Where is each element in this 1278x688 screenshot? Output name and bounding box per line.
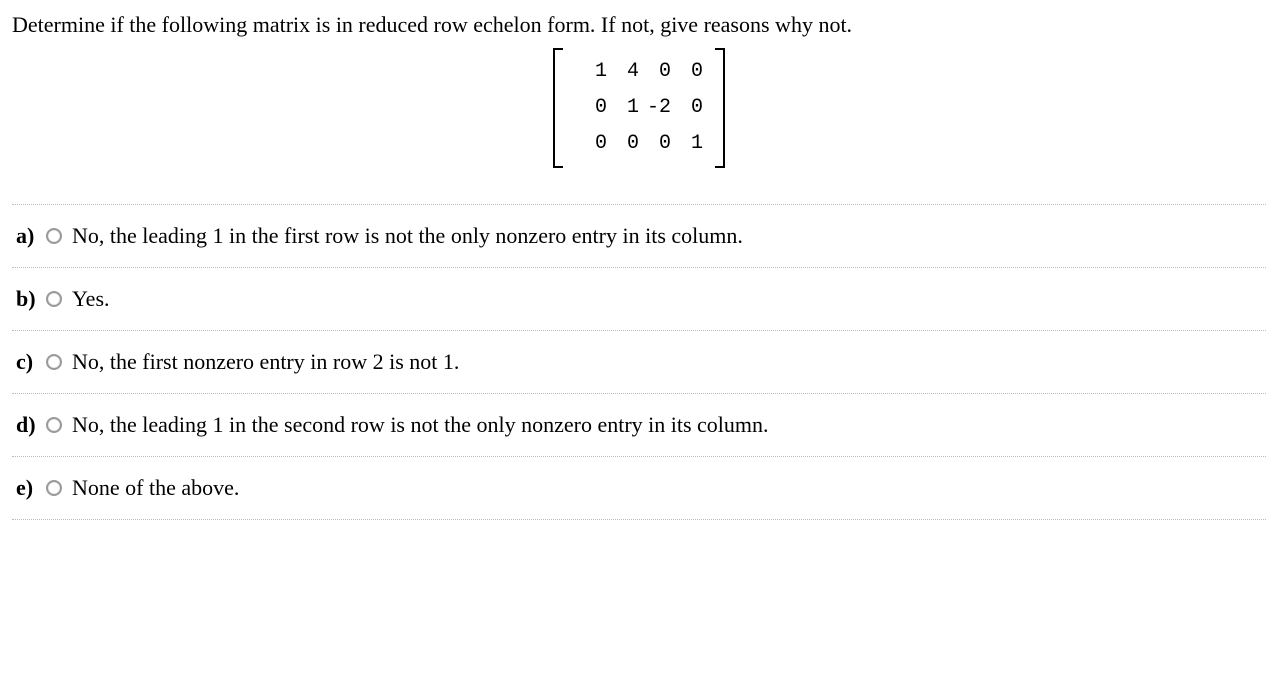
radio-icon[interactable] <box>46 354 62 370</box>
question-prompt: Determine if the following matrix is in … <box>12 10 1266 40</box>
option-d[interactable]: d) No, the leading 1 in the second row i… <box>12 394 1266 457</box>
matrix-cell: 0 <box>671 90 703 126</box>
matrix-cell: 0 <box>639 54 671 90</box>
matrix-container: 1 4 0 0 0 1 -2 0 0 0 0 1 <box>12 44 1266 174</box>
matrix-cell: 0 <box>639 126 671 162</box>
option-text: No, the first nonzero entry in row 2 is … <box>72 349 1262 375</box>
matrix-cell: 1 <box>607 90 639 126</box>
matrix-body: 1 4 0 0 0 1 -2 0 0 0 0 1 <box>571 48 707 168</box>
matrix-cell: 0 <box>607 126 639 162</box>
option-letter: a) <box>16 223 44 249</box>
matrix-cell: 0 <box>671 54 703 90</box>
matrix-right-bracket <box>715 48 725 168</box>
radio-icon[interactable] <box>46 291 62 307</box>
matrix-row: 0 0 0 1 <box>575 126 703 162</box>
option-text: Yes. <box>72 286 1262 312</box>
matrix-row: 1 4 0 0 <box>575 54 703 90</box>
option-letter: d) <box>16 412 44 438</box>
option-letter: b) <box>16 286 44 312</box>
option-b[interactable]: b) Yes. <box>12 268 1266 331</box>
matrix-row: 0 1 -2 0 <box>575 90 703 126</box>
matrix-left-bracket <box>553 48 563 168</box>
matrix-cell: 1 <box>671 126 703 162</box>
matrix-cell: 4 <box>607 54 639 90</box>
option-letter: c) <box>16 349 44 375</box>
radio-icon[interactable] <box>46 480 62 496</box>
option-e[interactable]: e) None of the above. <box>12 457 1266 520</box>
option-text: None of the above. <box>72 475 1262 501</box>
option-c[interactable]: c) No, the first nonzero entry in row 2 … <box>12 331 1266 394</box>
matrix: 1 4 0 0 0 1 -2 0 0 0 0 1 <box>553 44 725 172</box>
matrix-cell: 0 <box>575 90 607 126</box>
matrix-cell: 1 <box>575 54 607 90</box>
option-letter: e) <box>16 475 44 501</box>
radio-icon[interactable] <box>46 417 62 433</box>
radio-icon[interactable] <box>46 228 62 244</box>
options-list: a) No, the leading 1 in the first row is… <box>12 204 1266 520</box>
matrix-cell: 0 <box>575 126 607 162</box>
option-text: No, the leading 1 in the first row is no… <box>72 223 1262 249</box>
matrix-cell: -2 <box>639 90 671 126</box>
option-a[interactable]: a) No, the leading 1 in the first row is… <box>12 205 1266 268</box>
option-text: No, the leading 1 in the second row is n… <box>72 412 1262 438</box>
